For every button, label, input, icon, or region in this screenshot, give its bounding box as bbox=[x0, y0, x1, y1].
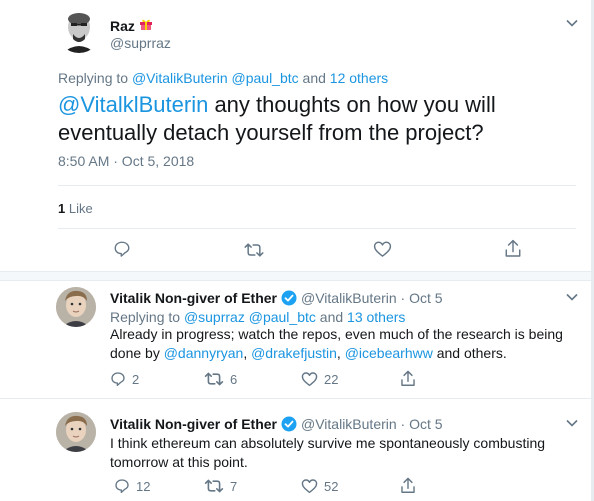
retweet-count: 7 bbox=[230, 478, 238, 494]
heart-icon bbox=[373, 240, 392, 258]
mention-link[interactable]: @VitalklButerin bbox=[58, 92, 208, 117]
tweet-text: Already in progress; watch the repos, ev… bbox=[110, 325, 580, 363]
author-handle[interactable]: @VitalikButerin · Oct 5 bbox=[301, 290, 443, 306]
replying-to: Replying to @VitalikButerin @paul_btc an… bbox=[58, 70, 388, 86]
others-link[interactable]: 12 others bbox=[330, 70, 388, 86]
tweet-actions bbox=[0, 237, 591, 261]
reply-count: 2 bbox=[132, 371, 140, 387]
reply-tweet[interactable]: Vitalik Non-giver of Ether @VitalikButer… bbox=[0, 281, 591, 397]
replying-prefix: Replying to bbox=[58, 70, 132, 86]
retweet-icon bbox=[204, 478, 224, 494]
share-icon bbox=[400, 477, 416, 494]
likes-stat[interactable]: 1 Like bbox=[58, 201, 93, 216]
reply-icon bbox=[113, 240, 131, 258]
retweet-button[interactable]: 6 bbox=[204, 371, 237, 387]
reply-tweet[interactable]: Vitalik Non-giver of Ether @VitalikButer… bbox=[0, 399, 591, 501]
like-count: 22 bbox=[324, 371, 339, 387]
author-name-text[interactable]: Vitalik Non-giver of Ether bbox=[110, 416, 277, 432]
mention-link[interactable]: @icebearhww bbox=[345, 345, 433, 361]
share-button[interactable] bbox=[400, 477, 416, 494]
divider bbox=[58, 185, 576, 186]
like-count: 52 bbox=[324, 478, 339, 494]
text-comma: , bbox=[243, 345, 252, 361]
tweet-text: @VitalklButerin any thoughts on how you … bbox=[58, 91, 578, 147]
author-handle[interactable]: @VitalikButerin · Oct 5 bbox=[301, 416, 443, 432]
text-comma: , bbox=[336, 345, 345, 361]
retweet-button[interactable]: 7 bbox=[204, 478, 237, 494]
retweet-count: 6 bbox=[230, 371, 238, 387]
author-name[interactable]: Vitalik Non-giver of Ether @VitalikButer… bbox=[110, 416, 443, 432]
share-button[interactable] bbox=[400, 370, 416, 387]
chevron-down-icon[interactable] bbox=[565, 290, 579, 304]
mention-link[interactable]: @suprraz bbox=[184, 309, 245, 325]
heart-icon bbox=[301, 371, 318, 387]
share-button[interactable] bbox=[504, 239, 522, 258]
mention-link[interactable]: @drakefjustin bbox=[251, 345, 337, 361]
reply-button[interactable] bbox=[113, 240, 131, 258]
like-button[interactable]: 22 bbox=[301, 371, 338, 387]
author-name[interactable]: Vitalik Non-giver of Ether @VitalikButer… bbox=[110, 290, 443, 306]
verified-icon bbox=[281, 416, 297, 432]
author-name[interactable]: Raz bbox=[110, 17, 153, 34]
timestamp[interactable]: 8:50 AM · Oct 5, 2018 bbox=[58, 153, 194, 169]
chevron-down-icon[interactable] bbox=[565, 16, 579, 30]
retweet-icon bbox=[244, 241, 264, 259]
others-link[interactable]: 13 others bbox=[347, 309, 405, 325]
reply-button[interactable]: 2 bbox=[110, 371, 139, 387]
divider bbox=[58, 228, 576, 229]
reply-icon bbox=[110, 371, 126, 387]
avatar[interactable] bbox=[56, 412, 96, 452]
chevron-down-icon[interactable] bbox=[565, 416, 579, 430]
like-button[interactable]: 52 bbox=[301, 478, 338, 494]
tweet-text: I think ethereum can absolutely survive … bbox=[110, 435, 546, 470]
tweet-panel: Raz @suprraz Replying to @VitalikButerin… bbox=[0, 0, 594, 501]
likes-count: 1 bbox=[58, 201, 66, 216]
reply-button[interactable]: 12 bbox=[114, 478, 150, 494]
heart-icon bbox=[301, 478, 318, 494]
mention-link[interactable]: @VitalikButerin bbox=[132, 70, 228, 86]
author-name-text[interactable]: Vitalik Non-giver of Ether bbox=[110, 290, 277, 306]
tweet-body: and others. bbox=[432, 345, 507, 361]
verified-icon bbox=[281, 290, 297, 306]
reply-icon bbox=[114, 478, 130, 494]
author-handle[interactable]: @suprraz bbox=[110, 35, 171, 51]
avatar[interactable] bbox=[57, 9, 101, 53]
like-button[interactable] bbox=[373, 240, 392, 258]
likes-label: Like bbox=[68, 201, 93, 216]
replying-and: and bbox=[319, 309, 344, 325]
mention-link[interactable]: @paul_btc bbox=[249, 309, 316, 325]
share-icon bbox=[504, 239, 522, 258]
replying-prefix: Replying to bbox=[110, 309, 184, 325]
replying-to: Replying to @suprraz @paul_btc and 13 ot… bbox=[110, 309, 405, 325]
reply-count: 12 bbox=[136, 478, 151, 494]
author-name-text[interactable]: Raz bbox=[110, 18, 135, 34]
mention-link[interactable]: @paul_btc bbox=[232, 70, 299, 86]
conversation-separator bbox=[0, 271, 591, 281]
replying-and: and bbox=[302, 70, 326, 86]
retweet-button[interactable] bbox=[244, 241, 264, 259]
main-tweet: Raz @suprraz Replying to @VitalikButerin… bbox=[0, 0, 591, 277]
retweet-icon bbox=[204, 371, 224, 387]
mention-link[interactable]: @dannyryan bbox=[164, 345, 244, 361]
gift-icon bbox=[139, 17, 153, 34]
avatar[interactable] bbox=[56, 287, 96, 327]
share-icon bbox=[400, 370, 416, 387]
